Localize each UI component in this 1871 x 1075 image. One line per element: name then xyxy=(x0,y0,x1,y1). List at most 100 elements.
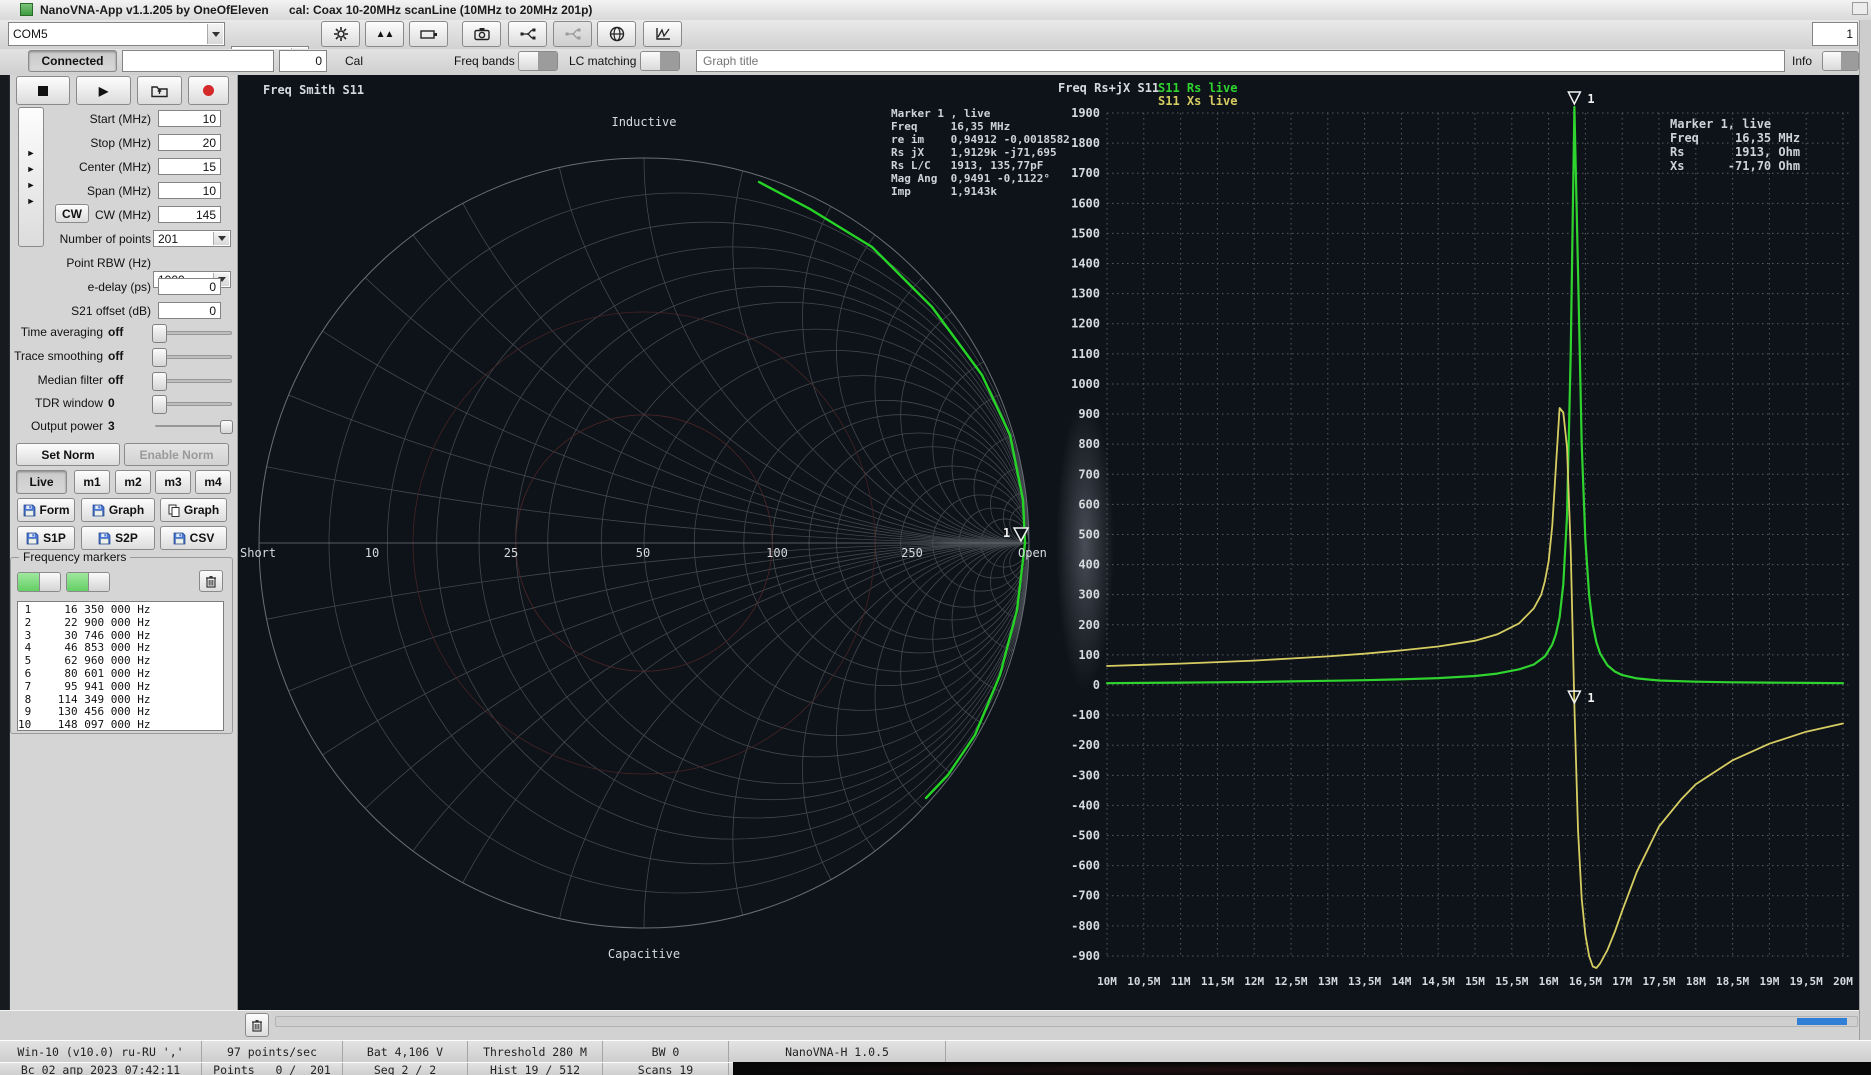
serial-info-input[interactable] xyxy=(127,53,269,69)
save-form-button[interactable]: Form xyxy=(17,498,75,522)
set-norm-button[interactable]: Set Norm xyxy=(16,443,120,466)
median-filter-label: Median filter xyxy=(37,373,103,387)
trace-smoothing-slider-thumb[interactable] xyxy=(152,348,167,367)
output-power-slider[interactable] xyxy=(155,425,230,427)
offset-field[interactable]: 0 xyxy=(279,50,327,72)
chart-marker[interactable] xyxy=(1567,91,1582,106)
lc-matching-toggle[interactable] xyxy=(640,51,680,71)
smith-chart-panel[interactable]: 1 Freq Smith S11 Inductive Capacitive Sh… xyxy=(238,75,1070,1010)
marker-toggle-2[interactable] xyxy=(66,572,110,592)
stop-value: 20 xyxy=(202,135,216,150)
svg-text:-500: -500 xyxy=(1071,829,1100,843)
svg-text:800: 800 xyxy=(1078,437,1100,451)
frequency-marker-row[interactable]: 6 80 601 000 Hz xyxy=(18,667,223,681)
left-edge-strip xyxy=(0,75,10,1010)
save-graph-button[interactable]: Graph xyxy=(81,498,155,522)
info-toggle[interactable] xyxy=(1822,51,1859,71)
history-scrollbar[interactable] xyxy=(275,1016,1858,1027)
graph-mode-button[interactable] xyxy=(643,21,682,47)
trash-icon xyxy=(206,575,216,588)
grid-lines xyxy=(1106,112,1852,957)
arrow-right-icon: ► xyxy=(26,180,36,190)
record-button[interactable] xyxy=(188,76,229,105)
span-field[interactable]: 10 xyxy=(158,182,221,199)
frequency-marker-row[interactable]: 7 95 941 000 Hz xyxy=(18,680,223,694)
memory-m2-button[interactable]: m2 xyxy=(115,470,151,494)
frequency-marker-row[interactable]: 2 22 900 000 Hz xyxy=(18,616,223,630)
memory-m3-button[interactable]: m3 xyxy=(155,470,191,494)
cw-field[interactable]: 145 xyxy=(158,206,221,223)
freq-bands-toggle[interactable] xyxy=(518,51,558,71)
svg-text:10M: 10M xyxy=(1097,975,1117,988)
chevron-down-icon[interactable] xyxy=(213,232,229,245)
points-select[interactable]: 201 xyxy=(153,230,231,247)
frequency-marker-row[interactable]: 1 16 350 000 Hz xyxy=(18,603,223,617)
tdr-window-slider-thumb[interactable] xyxy=(152,395,167,414)
save-s1p-button[interactable]: S1P xyxy=(17,526,75,550)
battery-button[interactable] xyxy=(409,21,448,47)
settings-button[interactable] xyxy=(321,21,360,47)
svg-text:700: 700 xyxy=(1078,467,1100,481)
time-averaging-slider-thumb[interactable] xyxy=(152,324,167,343)
s21-offset-field[interactable]: 0 xyxy=(158,302,221,319)
save-csv-button[interactable]: CSV xyxy=(160,526,227,550)
save-s2p-button[interactable]: S2P xyxy=(81,526,155,550)
toggle-thumb xyxy=(38,573,60,591)
svg-text:11,5M: 11,5M xyxy=(1201,975,1234,988)
status-cell: 97 points/sec xyxy=(202,1041,343,1063)
split-view-button[interactable] xyxy=(508,21,547,47)
run-button[interactable]: ▶ xyxy=(76,76,131,105)
clear-history-button[interactable] xyxy=(245,1013,269,1037)
delete-markers-button[interactable] xyxy=(199,570,223,592)
frequency-marker-list[interactable]: 1 16 350 000 Hz 2 22 900 000 Hz 3 30 746… xyxy=(17,601,224,731)
memory-live-button[interactable]: Live xyxy=(16,470,67,494)
collapse-panel-button[interactable]: ► ► ► ► xyxy=(18,107,44,247)
edelay-field[interactable]: 0 xyxy=(158,278,221,295)
toggle-thumb xyxy=(641,52,660,70)
output-power-slider-thumb[interactable] xyxy=(220,420,233,434)
marker-toggle-1[interactable] xyxy=(17,572,61,592)
raise-priority-button[interactable]: ▲▲ xyxy=(365,21,404,47)
history-scrollbar-thumb[interactable] xyxy=(1797,1018,1847,1025)
stop-field[interactable]: 20 xyxy=(158,134,221,151)
toggle-thumb xyxy=(1823,52,1841,70)
status-cell: Bat 4,106 V xyxy=(343,1041,468,1063)
chevron-down-icon[interactable] xyxy=(207,24,223,44)
memory-live-label: Live xyxy=(29,475,54,489)
s21-offset-label: S21 offset (dB) xyxy=(71,304,151,318)
svg-text:1700: 1700 xyxy=(1071,166,1100,180)
connected-button[interactable]: Connected xyxy=(28,50,117,72)
preset-count-value: 1 xyxy=(1846,27,1853,41)
open-file-button[interactable] xyxy=(137,76,182,105)
graph-title-field[interactable] xyxy=(696,50,1785,72)
memory-m3-label: m3 xyxy=(164,475,182,489)
cw-button[interactable]: CW xyxy=(55,204,89,223)
output-power-label: Output power xyxy=(30,419,103,433)
status-cell: BW 0 xyxy=(603,1041,729,1063)
copy-graph-button[interactable]: Graph xyxy=(160,498,227,522)
arrow-right-icon: ► xyxy=(26,164,36,174)
status-cell: Threshold 280 M xyxy=(468,1041,603,1063)
graphs-area: 1 Freq Smith S11 Inductive Capacitive Sh… xyxy=(238,75,1871,1010)
median-filter-slider-thumb[interactable] xyxy=(152,372,167,391)
start-field[interactable]: 10 xyxy=(158,110,221,127)
time-averaging-label: Time averaging xyxy=(20,325,103,339)
smith-chart[interactable]: 1 xyxy=(238,75,1054,1010)
window-controls[interactable] xyxy=(1852,2,1868,15)
serial-info-field[interactable] xyxy=(122,50,274,72)
web-button[interactable] xyxy=(597,21,636,47)
graph-title-input[interactable] xyxy=(701,53,1780,69)
toggle-thumb xyxy=(87,573,109,591)
com-port-select[interactable]: COM5 xyxy=(8,22,225,46)
preset-count-field[interactable]: 1 xyxy=(1812,22,1858,46)
rsjx-chart-panel[interactable]: 1900 1800 1700 1600 1500 1400 1300 1200 1100 1000… xyxy=(1054,75,1871,1010)
rsjx-chart[interactable]: 1900180017001600150014001300120011001000… xyxy=(1054,75,1871,1010)
memory-m4-button[interactable]: m4 xyxy=(195,470,231,494)
cal-label: Cal xyxy=(345,54,364,68)
center-field[interactable]: 15 xyxy=(158,158,221,175)
screenshot-button[interactable] xyxy=(462,21,501,47)
memory-m1-button[interactable]: m1 xyxy=(74,470,110,494)
sidebar: ▶ ► ► ► ► Start (MHz) 10 Stop (MHz) 20 C… xyxy=(0,75,238,1010)
frequency-marker-row[interactable]: 10 148 097 000 Hz xyxy=(18,718,223,730)
stop-button[interactable] xyxy=(16,76,70,105)
